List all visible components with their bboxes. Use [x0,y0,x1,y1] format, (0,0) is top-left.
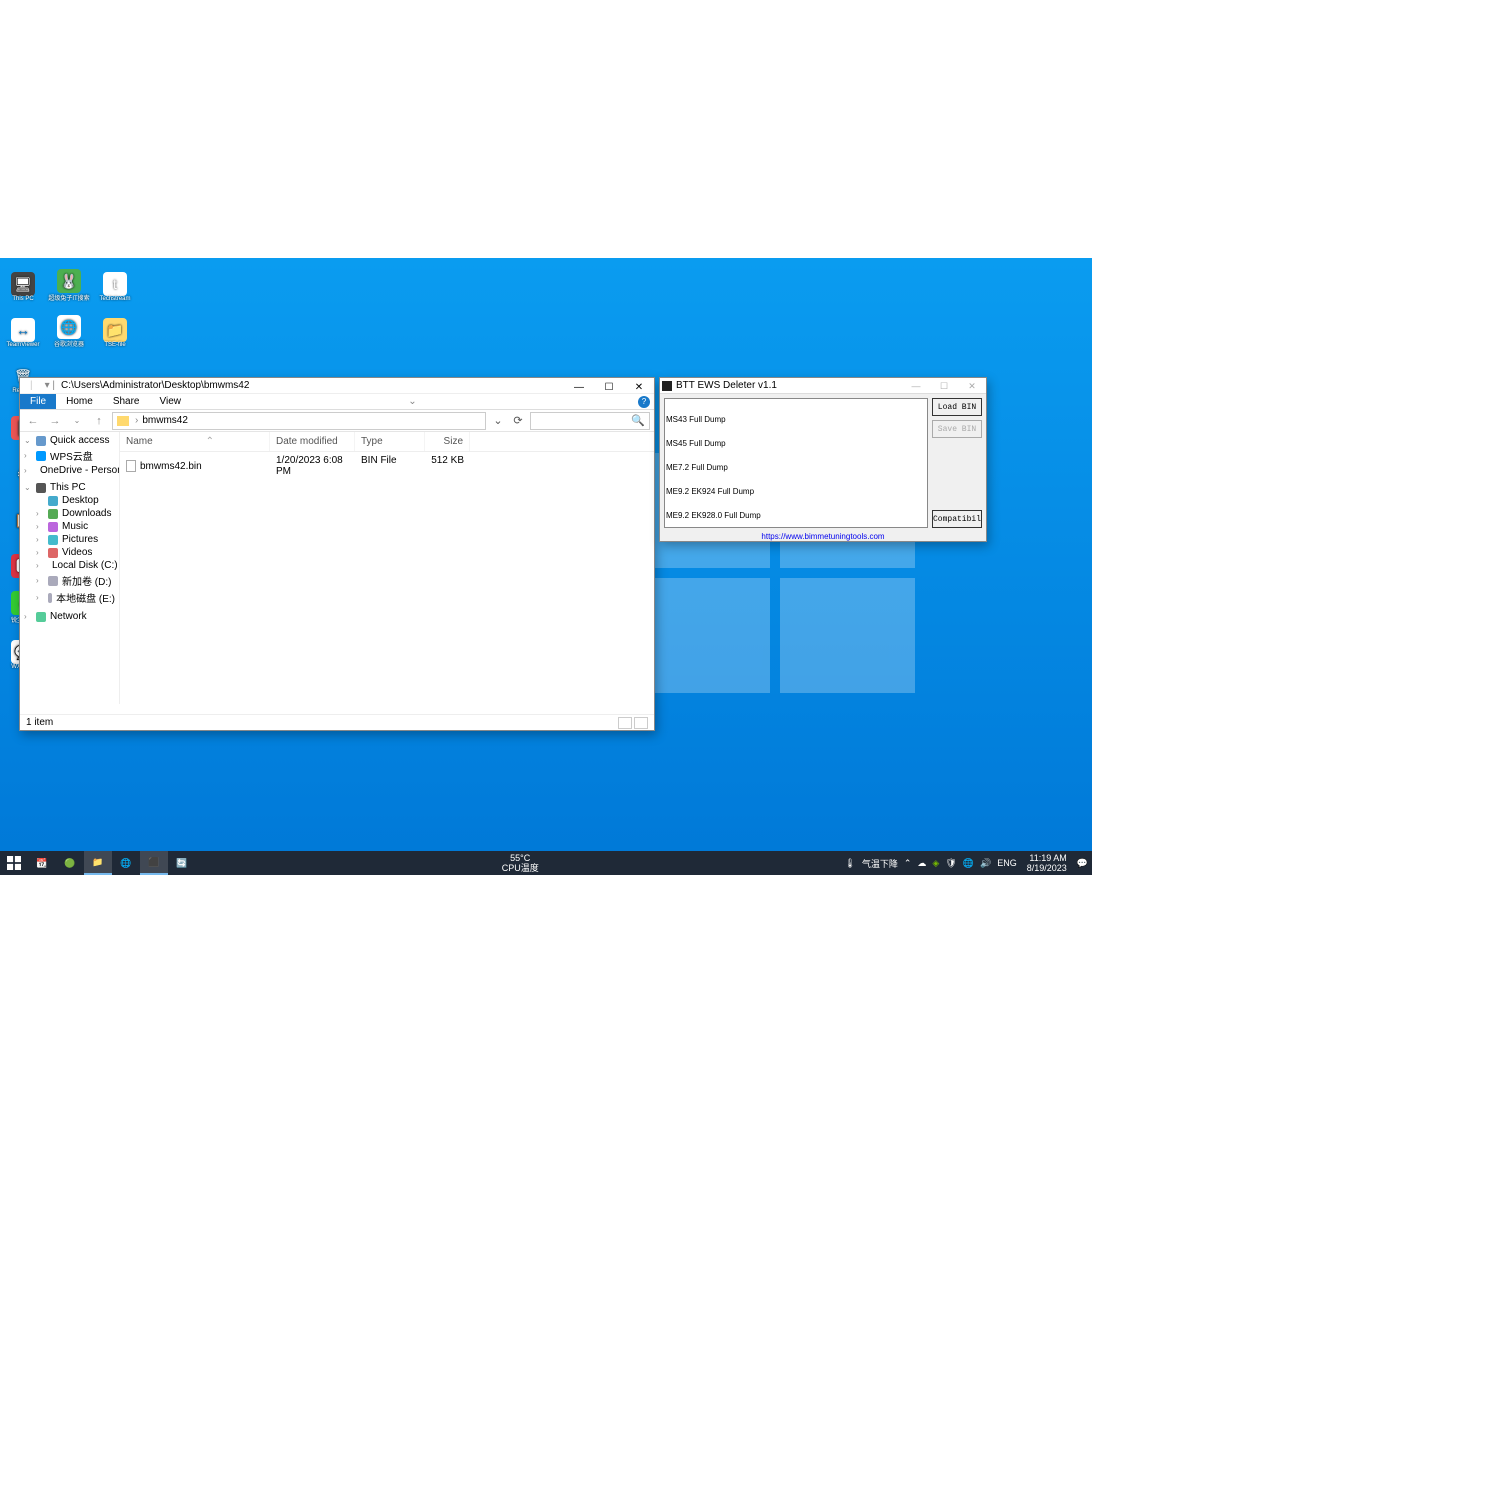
nav-onedrive[interactable]: ›OneDrive - Personal [20,464,119,477]
file-item[interactable]: bmwms42.bin 1/20/2023 6:08 PM BIN File 5… [120,452,654,480]
col-size[interactable]: Size [425,432,470,451]
taskbar: 📆 🟢 📁 🌐 ⬛ 🔄 55°CCPU温度 🌡 气温下降 ⌃ ☁ ◈ 🛡 🌐 🔊… [0,851,1092,875]
list-item[interactable]: ME7.2 Full Dump [666,464,926,472]
taskbar-app[interactable]: 🟢 [56,851,84,875]
taskbar-chrome[interactable]: 🌐 [112,851,140,875]
list-item[interactable]: MS45 Full Dump [666,440,926,448]
tray-nvidia-icon[interactable]: ◈ [932,858,939,869]
desktop-icon-chrome[interactable]: 🌐谷歌浏览器 [48,306,90,348]
nav-recent-button[interactable]: ⌄ [68,416,86,425]
close-button[interactable]: ✕ [624,378,654,396]
col-type[interactable]: Type [355,432,425,451]
taskbar-explorer[interactable]: 📁 [84,851,112,875]
start-button[interactable] [0,851,28,875]
ecu-list[interactable]: MS43 Full Dump MS45 Full Dump ME7.2 Full… [664,398,928,528]
tray-onedrive-icon[interactable]: ☁ [917,858,926,869]
nav-downloads[interactable]: ›Downloads [20,507,119,520]
load-bin-button[interactable]: Load BIN [932,398,982,416]
nav-network[interactable]: ›Network [20,610,119,623]
folder-icon [117,416,129,426]
desktop-icon-tse-file[interactable]: 📁TSE-file [94,306,136,348]
nav-wps[interactable]: ›WPS云盘 [20,447,119,464]
list-item[interactable]: ME9.2 EK928.0 Full Dump [666,512,926,520]
help-button[interactable]: ? [638,396,650,408]
tray-lang[interactable]: ENG [997,858,1017,868]
tray-network-icon[interactable]: 🌐 [963,858,974,869]
window-title: BTT EWS Deleter v1.1 [676,380,777,391]
save-bin-button: Save BIN [932,420,982,438]
compatibil-button[interactable]: Compatibil [932,510,982,528]
desktop-icon-teamviewer[interactable]: ↔TeamViewer [2,306,44,348]
ribbon-home-tab[interactable]: Home [56,394,103,409]
taskbar-app[interactable]: 🔄 [168,851,196,875]
weather-text[interactable]: 气温下降 [862,857,898,870]
nav-back-button[interactable]: ← [24,415,42,427]
weather-icon[interactable]: 🌡 [844,858,855,869]
explorer-window: | ▾ | C:\Users\Administrator\Desktop\bmw… [19,377,655,731]
view-large-button[interactable] [634,717,648,729]
desktop-icon-this-pc[interactable]: 🖥This PC [2,260,44,302]
close-button[interactable]: ✕ [958,378,986,394]
nav-disk-d[interactable]: ›新加卷 (D:) [20,572,119,589]
btt-window: BTT EWS Deleter v1.1 — ☐ ✕ MS43 Full Dum… [659,377,987,542]
desktop-icon-rabbit[interactable]: 🐰超级兔子IT搜索 [48,260,90,302]
address-dropdown-icon[interactable]: ⌄ [490,414,506,427]
list-item[interactable]: ME9.2 EK924 Full Dump [666,488,926,496]
nav-pictures[interactable]: ›Pictures [20,533,119,546]
minimize-button[interactable]: — [564,378,594,396]
maximize-button[interactable]: ☐ [594,378,624,396]
maximize-button[interactable]: ☐ [930,378,958,394]
search-icon: 🔍 [631,414,645,427]
nav-up-button[interactable]: ↑ [90,415,108,427]
app-icon [662,381,672,391]
tray-overflow-icon[interactable]: ⌃ [904,858,912,869]
website-link[interactable]: https://www.bimmetuningtools.com [761,532,884,541]
col-date[interactable]: Date modified [270,432,355,451]
taskbar-app[interactable]: 📆 [28,851,56,875]
minimize-button[interactable]: — [902,378,930,394]
nav-this-pc[interactable]: ⌄This PC [20,481,119,494]
desktop-icon-techstream[interactable]: tTechstream [94,260,136,302]
ribbon-share-tab[interactable]: Share [103,394,150,409]
search-input[interactable]: 🔍 [530,412,650,430]
taskbar-btt[interactable]: ⬛ [140,851,168,875]
tray-notifications-icon[interactable]: 💬 [1077,858,1088,869]
nav-disk-e[interactable]: ›本地磁盘 (E:) [20,589,119,606]
tray-security-icon[interactable]: 🛡 [945,858,956,869]
tray-clock[interactable]: 11:19 AM8/19/2023 [1023,853,1071,873]
cpu-temp[interactable]: 55°CCPU温度 [502,853,539,873]
ribbon-expand-icon[interactable]: ⌄ [408,396,420,407]
nav-videos[interactable]: ›Videos [20,546,119,559]
tray-volume-icon[interactable]: 🔊 [980,858,991,869]
nav-disk-c[interactable]: ›Local Disk (C:) [20,559,119,572]
nav-desktop[interactable]: Desktop [20,494,119,507]
address-bar[interactable]: › bmwms42 [112,412,486,430]
list-item[interactable]: MS43 Full Dump [666,416,926,424]
view-details-button[interactable] [618,717,632,729]
status-item-count: 1 item [26,717,53,728]
ribbon-file-tab[interactable]: File [20,394,56,409]
window-title: C:\Users\Administrator\Desktop\bmwms42 [61,380,249,391]
col-name[interactable]: Name⌃ [120,432,270,451]
nav-quick-access[interactable]: ⌄Quick access [20,434,119,447]
nav-pane: ⌄Quick access ›WPS云盘 ›OneDrive - Persona… [20,432,120,704]
file-icon [126,460,136,472]
refresh-button[interactable]: ⟳ [510,414,526,427]
nav-music[interactable]: ›Music [20,520,119,533]
ribbon-view-tab[interactable]: View [150,394,192,409]
nav-forward-button[interactable]: → [46,415,64,427]
